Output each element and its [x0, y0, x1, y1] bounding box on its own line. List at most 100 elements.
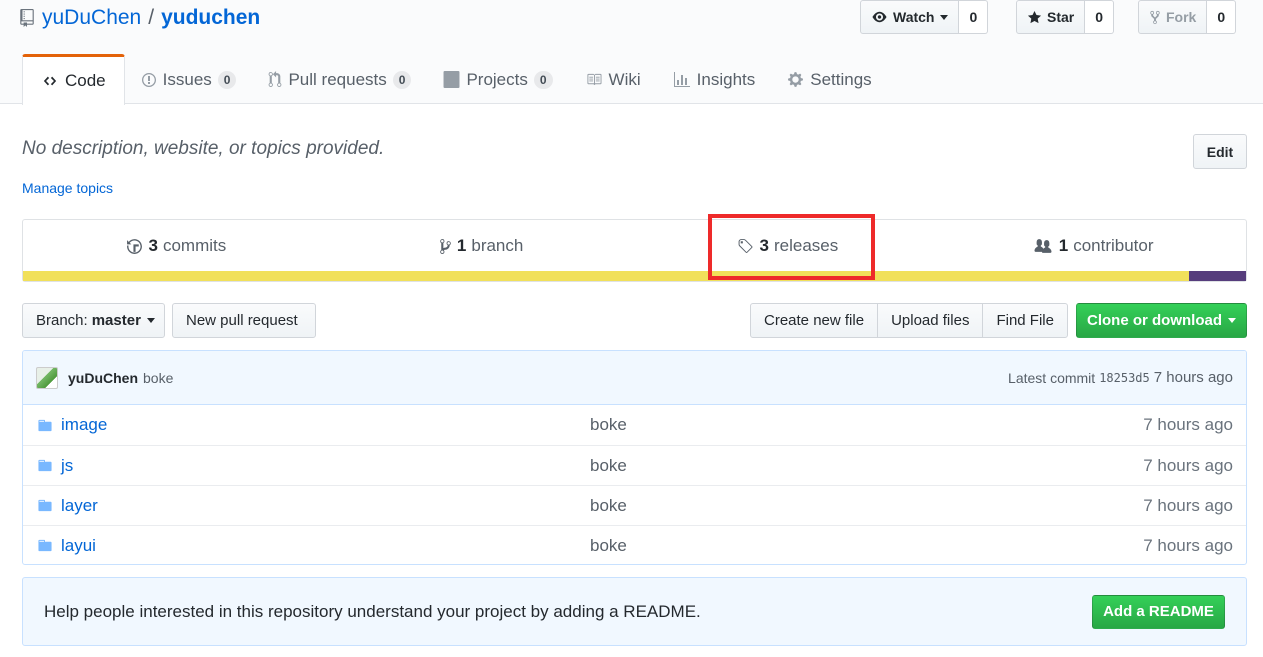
- tab-insights-label: Insights: [696, 69, 756, 89]
- commits-link[interactable]: 3 commits: [23, 220, 329, 272]
- contributors-label: contributor: [1073, 236, 1154, 255]
- tab-projects[interactable]: Projects 0: [427, 54, 568, 105]
- branch-icon: [440, 238, 451, 254]
- file-commit-message[interactable]: boke: [590, 456, 627, 476]
- watch-count[interactable]: 0: [959, 0, 989, 34]
- people-icon: [1034, 238, 1052, 253]
- repo-description: No description, website, or topics provi…: [22, 138, 385, 159]
- star-button[interactable]: Star: [1016, 0, 1086, 34]
- star-label: Star: [1047, 9, 1075, 25]
- file-name-link[interactable]: js: [61, 456, 73, 476]
- folder-icon: [36, 458, 54, 473]
- clone-or-download-button[interactable]: Clone or download: [1076, 303, 1247, 338]
- tab-issues[interactable]: Issues 0: [125, 54, 253, 105]
- tab-projects-label: Projects: [466, 69, 528, 89]
- commit-message[interactable]: boke: [143, 370, 173, 386]
- language-bar[interactable]: [23, 271, 1246, 281]
- add-readme-button[interactable]: Add a README: [1092, 594, 1225, 629]
- latest-commit-prefix: Latest commit: [1008, 369, 1096, 386]
- file-row: image boke 7 hours ago: [23, 405, 1246, 445]
- file-commit-age: 7 hours ago: [1143, 455, 1233, 475]
- file-name-link[interactable]: image: [61, 415, 107, 435]
- tab-wiki[interactable]: Wiki: [569, 54, 657, 105]
- file-name-link[interactable]: layer: [61, 496, 98, 516]
- language-segment[interactable]: [23, 271, 1189, 281]
- star-icon: [1027, 10, 1042, 23]
- fork-group: Fork 0: [1138, 0, 1237, 34]
- folder-icon: [36, 538, 54, 553]
- contributors-count: 1: [1058, 236, 1069, 255]
- pull-request-icon: [269, 71, 282, 87]
- edit-description-button[interactable]: Edit: [1193, 134, 1247, 169]
- gear-icon: [788, 72, 804, 87]
- file-actions-group: Create new file Upload files Find File: [750, 303, 1068, 338]
- language-segment[interactable]: [1188, 271, 1246, 281]
- latest-commit-bar: yuDuChen boke Latest commit 18253d5 7 ho…: [23, 351, 1246, 405]
- issue-icon: [141, 72, 156, 87]
- readme-prompt-text: Help people interested in this repositor…: [44, 601, 701, 621]
- tab-code-label: Code: [65, 71, 106, 90]
- pull-requests-counter: 0: [392, 70, 412, 89]
- file-commit-message[interactable]: boke: [590, 536, 627, 556]
- project-icon: [443, 71, 460, 88]
- file-row: layui boke 7 hours ago: [23, 525, 1246, 564]
- file-row: js boke 7 hours ago: [23, 445, 1246, 485]
- watch-group: Watch 0: [860, 0, 989, 34]
- file-name-link[interactable]: layui: [61, 536, 96, 556]
- upload-files-button[interactable]: Upload files: [877, 303, 984, 338]
- commit-sha[interactable]: 18253d5: [1099, 371, 1150, 385]
- graph-icon: [673, 71, 690, 87]
- create-new-file-button[interactable]: Create new file: [750, 303, 879, 338]
- tab-wiki-label: Wiki: [608, 69, 641, 89]
- fork-count[interactable]: 0: [1207, 0, 1237, 34]
- repo-icon: [20, 9, 34, 27]
- commits-label: commits: [162, 236, 227, 255]
- issues-counter: 0: [217, 70, 237, 89]
- watch-label: Watch: [893, 9, 935, 25]
- clone-label: Clone or download: [1087, 312, 1222, 329]
- chevron-down-icon: [146, 318, 155, 323]
- find-file-button[interactable]: Find File: [982, 303, 1068, 338]
- tab-pull-requests[interactable]: Pull requests 0: [252, 54, 427, 105]
- tab-issues-label: Issues: [162, 69, 212, 89]
- numbers-summary: 3 commits 1 branch 3 releases 1 contribu…: [22, 219, 1247, 282]
- branches-link[interactable]: 1 branch: [329, 220, 635, 272]
- file-commit-message[interactable]: boke: [590, 496, 627, 516]
- tab-pull-requests-label: Pull requests: [288, 69, 387, 89]
- file-commit-age: 7 hours ago: [1143, 535, 1233, 555]
- tab-insights[interactable]: Insights: [657, 54, 772, 105]
- projects-counter: 0: [533, 70, 553, 89]
- file-table: yuDuChen boke Latest commit 18253d5 7 ho…: [22, 350, 1247, 565]
- tab-settings[interactable]: Settings: [771, 54, 887, 105]
- readme-prompt: Help people interested in this repositor…: [22, 577, 1247, 646]
- chevron-down-icon: [1228, 318, 1236, 323]
- file-commit-age: 7 hours ago: [1143, 415, 1233, 434]
- folder-icon: [36, 418, 54, 433]
- file-commit-age: 7 hours ago: [1143, 495, 1233, 515]
- branch-name: master: [91, 312, 141, 329]
- avatar[interactable]: [36, 366, 58, 389]
- commit-age: 7 hours ago: [1153, 369, 1233, 386]
- new-pull-request-button[interactable]: New pull request: [172, 303, 316, 338]
- branches-label: branch: [471, 236, 524, 255]
- chevron-down-icon: [940, 14, 949, 20]
- file-commit-message[interactable]: boke: [590, 415, 627, 435]
- branches-count: 1: [456, 236, 467, 255]
- fork-icon: [1150, 10, 1160, 24]
- repo-owner-link[interactable]: yuDuChen: [42, 6, 141, 30]
- star-count[interactable]: 0: [1085, 0, 1115, 34]
- branch-select-button[interactable]: Branch: master: [22, 303, 165, 338]
- repo-name-link[interactable]: yuduchen: [161, 6, 260, 30]
- file-row: layer boke 7 hours ago: [23, 485, 1246, 525]
- watch-button[interactable]: Watch: [860, 0, 960, 34]
- repo-nav-tabs: Code Issues 0 Pull requests 0 Projects 0…: [22, 54, 888, 105]
- fork-button[interactable]: Fork: [1138, 0, 1208, 34]
- manage-topics-link[interactable]: Manage topics: [22, 180, 113, 196]
- commit-author[interactable]: yuDuChen: [68, 370, 138, 386]
- repo-path-separator: /: [148, 6, 155, 29]
- annotation-highlight-box: [708, 214, 875, 280]
- book-icon: [586, 73, 602, 86]
- contributors-link[interactable]: 1 contributor: [940, 220, 1246, 272]
- repo-title: yuDuChen / yuduchen: [20, 4, 260, 32]
- tab-code[interactable]: Code: [22, 54, 125, 105]
